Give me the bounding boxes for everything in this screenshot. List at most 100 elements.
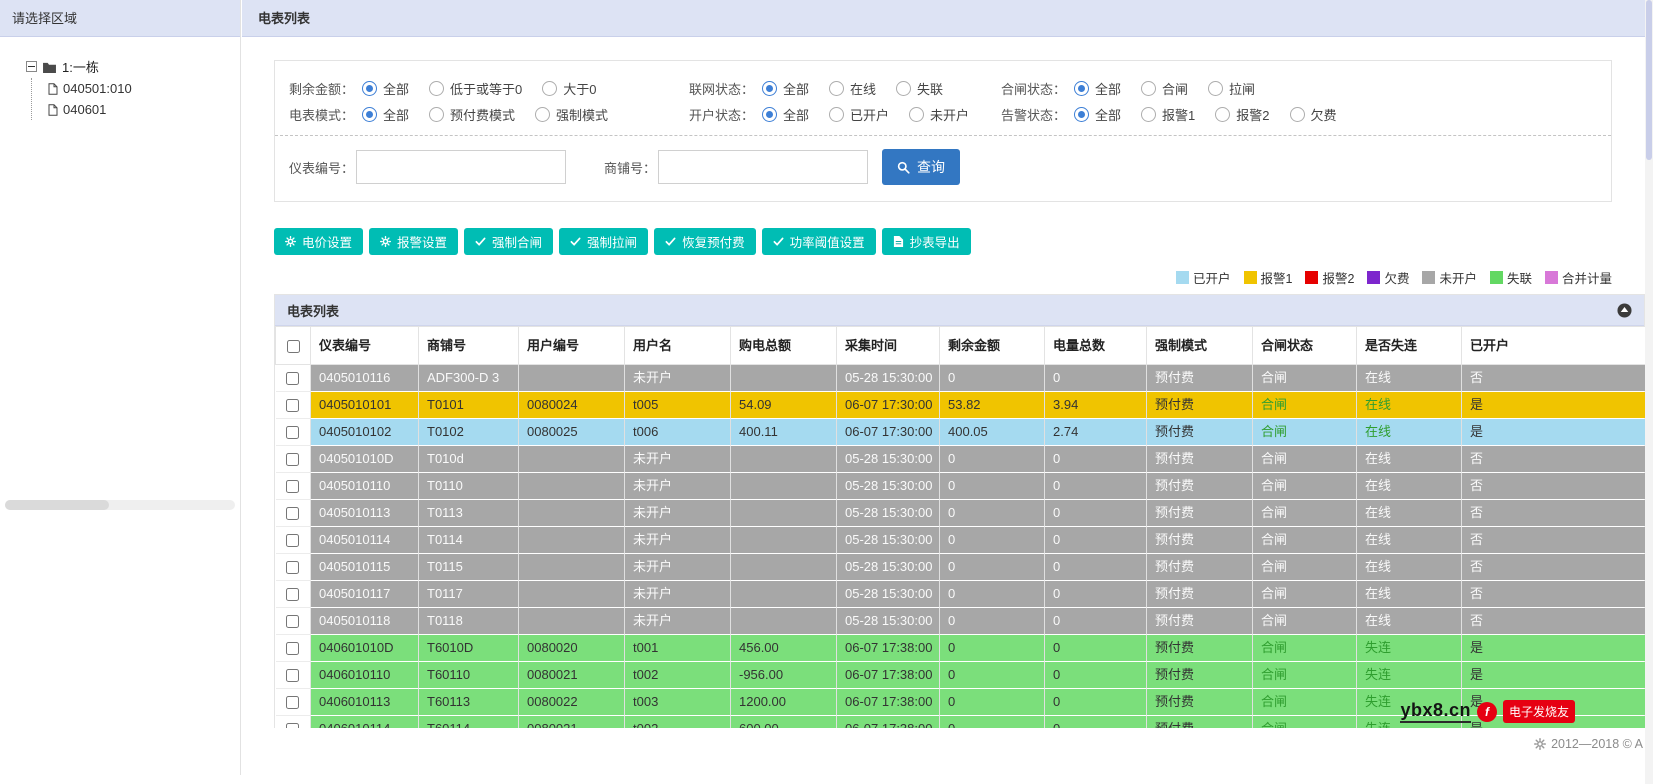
table-row[interactable]: 0406010110 T60110 0080021 t002 -956.00 06-07 … xyxy=(275,661,1647,689)
radio-button[interactable] xyxy=(1289,106,1305,122)
radio-option[interactable]: 大于0 xyxy=(542,79,597,98)
query-button-label: 查询 xyxy=(917,159,946,175)
row-checkbox[interactable] xyxy=(286,588,300,602)
radio-button[interactable] xyxy=(829,80,845,96)
meter-number-input[interactable] xyxy=(356,150,567,184)
restore-prepaid-button[interactable]: 恢复预付费 xyxy=(654,228,756,255)
scrollbar-thumb[interactable] xyxy=(1646,0,1652,160)
alarm-setting-button[interactable]: 报警设置 xyxy=(369,228,459,255)
row-checkbox[interactable] xyxy=(286,615,300,629)
radio-button[interactable] xyxy=(429,106,445,122)
radio-option[interactable]: 报警2 xyxy=(1215,105,1270,124)
radio-option[interactable]: 在线 xyxy=(829,79,876,98)
radio-button[interactable] xyxy=(362,80,378,96)
price-setting-button[interactable]: 电价设置 xyxy=(274,228,364,255)
row-checkbox[interactable] xyxy=(286,561,300,575)
legend-label: 报警1 xyxy=(1260,272,1293,286)
table-row[interactable]: 0405010101 T0101 0080024 t005 54.09 06-07 17:… xyxy=(275,391,1647,419)
radio-option-label: 在线 xyxy=(850,81,877,97)
table-cell: 在线 xyxy=(1356,418,1462,446)
radio-button[interactable] xyxy=(429,80,445,96)
table-cell: 否 xyxy=(1461,499,1647,527)
action-button-label: 强制合闸 xyxy=(492,236,543,250)
radio-option[interactable]: 报警1 xyxy=(1141,105,1195,124)
radio-button[interactable] xyxy=(1074,106,1090,122)
force-open-switch-button[interactable]: 强制拉闸 xyxy=(559,228,649,255)
table-row[interactable]: 0405010113 T0113 未开户 05-28 15:30:00 0 0 预付费 合闸在… xyxy=(275,499,1647,527)
select-all-checkbox[interactable] xyxy=(286,340,300,354)
legend-swatch xyxy=(1422,271,1436,284)
table-cell: t002 xyxy=(624,661,731,689)
radio-option[interactable]: 全部 xyxy=(362,79,409,98)
power-threshold-setting-button[interactable]: 功率阈值设置 xyxy=(761,228,876,255)
radio-option[interactable]: 预付费模式 xyxy=(429,105,515,124)
row-checkbox-cell xyxy=(275,661,311,689)
radio-option[interactable]: 拉闸 xyxy=(1208,79,1255,98)
radio-option[interactable]: 全部 xyxy=(1074,105,1121,124)
area-tree: 1:一栋 040501:010 040601 xyxy=(0,37,240,120)
row-checkbox[interactable] xyxy=(286,399,300,413)
radio-option[interactable]: 欠费 xyxy=(1289,105,1337,124)
tree-collapse-icon[interactable] xyxy=(26,61,37,72)
table-row[interactable]: 0405010118 T0118 未开户 05-28 15:30:00 0 0 预付费 合闸在… xyxy=(275,607,1647,635)
legend-swatch xyxy=(1367,271,1381,284)
force-close-switch-button[interactable]: 强制合闸 xyxy=(464,228,554,255)
table-row[interactable]: 040501010D T010d 未开户 05-28 15:30:00 0 0 预付费 合闸在… xyxy=(275,445,1647,473)
table-cell: T0118 xyxy=(418,607,519,635)
meter-reading-export-button[interactable]: 抄表导出 xyxy=(881,228,971,255)
radio-button[interactable] xyxy=(535,106,551,122)
shop-number-input[interactable] xyxy=(658,150,869,184)
radio-option-label: 低于或等于0 xyxy=(450,81,523,97)
radio-option[interactable]: 全部 xyxy=(762,79,809,98)
tree-node[interactable]: 040601 xyxy=(48,99,240,120)
legend-swatch xyxy=(1243,271,1257,284)
row-checkbox[interactable] xyxy=(286,534,300,548)
row-checkbox[interactable] xyxy=(286,426,300,440)
radio-option[interactable]: 失联 xyxy=(896,79,943,98)
table-cell: 失连 xyxy=(1356,634,1462,662)
row-checkbox[interactable] xyxy=(286,696,300,710)
table-row[interactable]: 040601010D T6010D 0080020 t001 456.00 06-07 1… xyxy=(275,634,1647,662)
radio-button[interactable] xyxy=(896,80,912,96)
table-cell: 是 xyxy=(1461,634,1647,662)
table-row[interactable]: 0405010116 ADF300-D 3 未开户 05-28 15:30:00 0 0 预… xyxy=(275,364,1647,392)
vertical-scrollbar[interactable] xyxy=(1645,0,1653,784)
radio-option[interactable]: 全部 xyxy=(1074,79,1121,98)
row-checkbox[interactable] xyxy=(286,372,300,386)
query-button[interactable]: 查询 xyxy=(882,149,961,185)
sidebar-horizontal-scrollbar[interactable] xyxy=(5,500,235,510)
radio-button[interactable] xyxy=(1141,80,1157,96)
radio-option[interactable]: 低于或等于0 xyxy=(429,79,522,98)
row-checkbox[interactable] xyxy=(286,507,300,521)
collapse-panel-icon[interactable] xyxy=(1617,302,1632,318)
radio-button[interactable] xyxy=(1215,106,1231,122)
table-cell: 预付费 xyxy=(1146,391,1253,419)
row-checkbox-cell xyxy=(275,472,311,500)
tree-root[interactable]: 1:一栋 xyxy=(26,57,240,76)
radio-button[interactable] xyxy=(829,106,845,122)
row-checkbox[interactable] xyxy=(286,642,300,656)
radio-option[interactable]: 强制模式 xyxy=(535,105,608,124)
radio-button[interactable] xyxy=(762,80,778,96)
radio-button[interactable] xyxy=(1074,80,1090,96)
table-row[interactable]: 0405010117 T0117 未开户 05-28 15:30:00 0 0 预付费 合闸在… xyxy=(275,580,1647,608)
radio-button[interactable] xyxy=(1208,80,1224,96)
radio-button[interactable] xyxy=(762,106,778,122)
radio-option[interactable]: 未开户 xyxy=(909,105,969,124)
radio-option[interactable]: 合闸 xyxy=(1141,79,1188,98)
table-row[interactable]: 0405010115 T0115 未开户 05-28 15:30:00 0 0 预付费 合闸在… xyxy=(275,553,1647,581)
tree-node[interactable]: 040501:010 xyxy=(48,78,240,99)
table-row[interactable]: 0405010110 T0110 未开户 05-28 15:30:00 0 0 预付费 合闸在… xyxy=(275,472,1647,500)
radio-button[interactable] xyxy=(1141,106,1157,122)
radio-button[interactable] xyxy=(362,106,378,122)
row-checkbox[interactable] xyxy=(286,480,300,494)
table-row[interactable]: 0405010102 T0102 0080025 t006 400.11 06-07 17… xyxy=(275,418,1647,446)
radio-button[interactable] xyxy=(909,106,925,122)
radio-option[interactable]: 已开户 xyxy=(829,105,889,124)
radio-option[interactable]: 全部 xyxy=(362,105,409,124)
radio-button[interactable] xyxy=(542,80,558,96)
table-row[interactable]: 0405010114 T0114 未开户 05-28 15:30:00 0 0 预付费 合闸在… xyxy=(275,526,1647,554)
radio-option[interactable]: 全部 xyxy=(762,105,809,124)
row-checkbox[interactable] xyxy=(286,453,300,467)
row-checkbox[interactable] xyxy=(286,669,300,683)
